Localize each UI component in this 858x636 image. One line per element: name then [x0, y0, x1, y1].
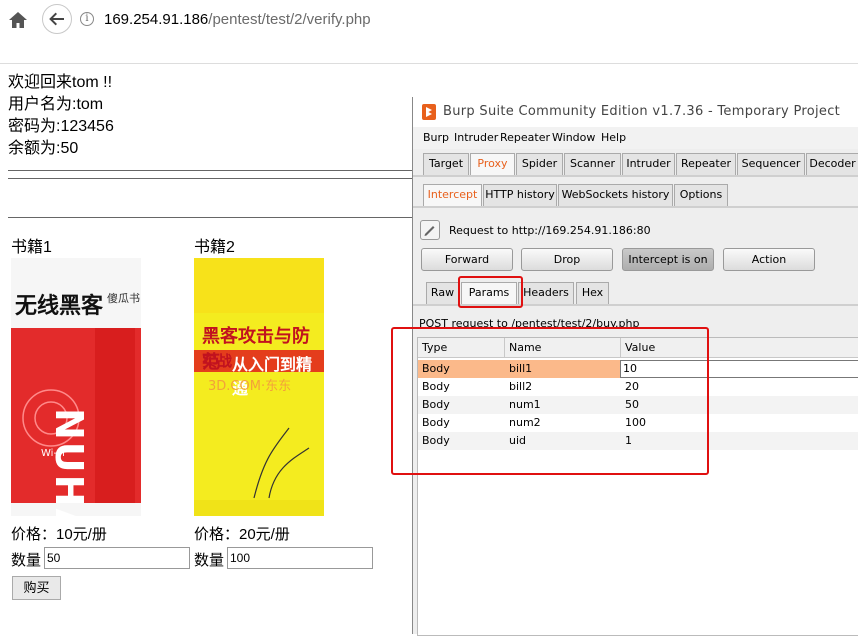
- account-info: 欢迎回来tom !! 用户名为:tom 密码为:123456 余额为:50: [8, 72, 114, 160]
- back-button[interactable]: [42, 4, 72, 34]
- tab-intruder[interactable]: Intruder: [622, 153, 675, 175]
- book-1-cover-headline: 无线黑客: [15, 294, 104, 319]
- book-2-cover: 黑客攻击与防范 从入门到精通 实战 3D.COM·东东: [194, 258, 324, 516]
- book-1-price: 价格：10元/册: [11, 526, 107, 543]
- burp-titlebar: Burp Suite Community Edition v1.7.36 - T…: [413, 97, 858, 127]
- buy-button[interactable]: 购买: [12, 576, 61, 600]
- username-line: 用户名为:tom: [8, 96, 104, 113]
- tab-target[interactable]: Target: [423, 153, 469, 175]
- tab-websockets-history[interactable]: WebSockets history: [558, 184, 673, 206]
- burp-title: Burp Suite Community Edition v1.7.36 - T…: [443, 104, 841, 119]
- drop-button[interactable]: Drop: [521, 248, 613, 271]
- url-path: /pentest/test/2/verify.php: [208, 11, 371, 28]
- burp-logo-icon: [422, 104, 436, 120]
- divider: [8, 170, 418, 171]
- welcome-line: 欢迎回来tom !!: [8, 74, 113, 91]
- menu-window[interactable]: Window: [552, 131, 595, 144]
- edit-pencil-icon[interactable]: [420, 220, 440, 240]
- balance-line: 余额为:50: [8, 140, 79, 157]
- intercept-toggle-button[interactable]: Intercept is on: [622, 248, 714, 271]
- tab-http-history[interactable]: HTTP history: [483, 184, 557, 206]
- password-line: 密码为:123456: [8, 118, 114, 135]
- book-2-cover-tag: 实战: [202, 352, 233, 370]
- tab-decoder[interactable]: Decoder: [806, 153, 858, 175]
- params-table-highlight: [391, 327, 709, 475]
- tab-divider: [413, 206, 858, 208]
- tab-divider: [413, 175, 858, 177]
- tab-intercept[interactable]: Intercept: [423, 184, 482, 206]
- back-arrow-icon: [49, 12, 64, 26]
- book-2-title: 书籍2: [194, 239, 235, 256]
- book-1-cover-sub: 傻瓜书: [107, 292, 140, 305]
- forward-button[interactable]: Forward: [421, 248, 513, 271]
- burp-menubar: Burp Intruder Repeater Window Help: [413, 127, 858, 149]
- address-bar[interactable]: 169.254.91.186/pentest/test/2/verify.php: [104, 11, 371, 28]
- home-icon[interactable]: [8, 10, 28, 30]
- book-2-cover-site: 3D.COM·东东: [208, 379, 292, 394]
- book-1-qty-label: 数量: [11, 552, 42, 569]
- book-1-title: 书籍1: [11, 239, 52, 256]
- params-tab-highlight: [458, 276, 523, 308]
- url-host: 169.254.91.186: [104, 11, 209, 28]
- tab-proxy[interactable]: Proxy: [470, 153, 515, 175]
- menu-repeater[interactable]: Repeater: [500, 131, 550, 144]
- divider: [8, 217, 418, 218]
- browser-divider: [0, 63, 858, 64]
- action-button[interactable]: Action: [723, 248, 815, 271]
- book-2-quantity-input[interactable]: [227, 547, 373, 569]
- book-2-qty-label: 数量: [194, 552, 225, 569]
- book-2-price: 价格：20元/册: [194, 526, 290, 543]
- tab-scanner[interactable]: Scanner: [564, 153, 621, 175]
- browser-toolbar: i 169.254.91.186/pentest/test/2/verify.p…: [0, 0, 858, 40]
- book-1-quantity-input[interactable]: [44, 547, 190, 569]
- request-target: Request to http://169.254.91.186:80: [449, 224, 651, 237]
- book-1-cover: 无线黑客 傻瓜书 Wi-Fi NUHACK: [11, 258, 141, 516]
- book-1-cover-spine: NUHACK: [47, 408, 91, 516]
- tab-repeater[interactable]: Repeater: [676, 153, 736, 175]
- tab-spider[interactable]: Spider: [516, 153, 563, 175]
- divider: [8, 178, 418, 179]
- tab-headers[interactable]: Headers: [518, 282, 574, 304]
- tab-hex[interactable]: Hex: [576, 282, 609, 304]
- menu-help[interactable]: Help: [601, 131, 626, 144]
- tab-raw[interactable]: Raw: [426, 282, 459, 304]
- menu-burp[interactable]: Burp: [423, 131, 449, 144]
- tab-options[interactable]: Options: [674, 184, 728, 206]
- tab-sequencer[interactable]: Sequencer: [737, 153, 805, 175]
- menu-intruder[interactable]: Intruder: [454, 131, 498, 144]
- info-icon[interactable]: i: [80, 12, 94, 26]
